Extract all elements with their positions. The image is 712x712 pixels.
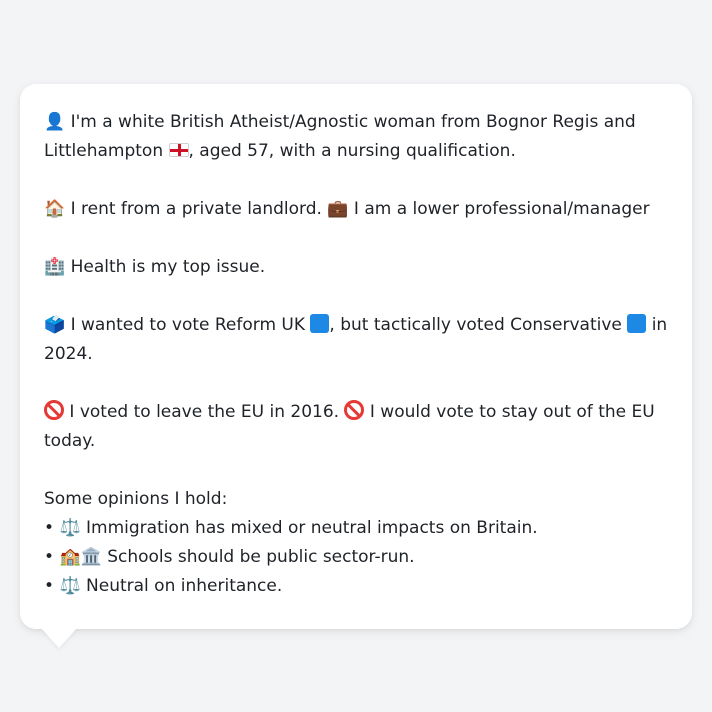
intro-text-2: , aged 57, with a nursing qualification. <box>188 141 516 161</box>
intro-line: 👤 I'm a white British Atheist/Agnostic w… <box>44 108 668 166</box>
blue-square-icon <box>627 314 647 333</box>
housing-line: 🏠 I rent from a private landlord. 💼 I am… <box>44 195 668 224</box>
list-item: • ⚖️ Neutral on inheritance. <box>44 572 668 601</box>
occupation-text: I am a lower professional/manager <box>353 199 650 219</box>
vote-line: 🗳️ I wanted to vote Reform UK , but tact… <box>44 311 668 369</box>
prohibited-icon <box>344 400 365 420</box>
hospital-icon: 🏥 <box>44 257 66 277</box>
briefcase-icon: 💼 <box>327 199 349 219</box>
bullet: • <box>44 576 55 596</box>
england-flag-icon <box>168 143 189 157</box>
brexit-text-a: I voted to leave the EU in 2016. <box>69 402 340 422</box>
vote-text-b: , but tactically voted Conservative <box>329 315 622 335</box>
persona-card: 👤 I'm a white British Atheist/Agnostic w… <box>20 84 692 629</box>
opinion-text: Schools should be public sector-run. <box>107 547 415 567</box>
school-classical-building-icon: 🏫🏛️ <box>59 547 102 567</box>
list-item: • 🏫🏛️ Schools should be public sector-ru… <box>44 543 668 572</box>
vote-text-a: I wanted to vote Reform UK <box>70 315 306 335</box>
issue-line: 🏥 Health is my top issue. <box>44 253 668 282</box>
person-silhouette-icon: 👤 <box>44 112 66 132</box>
list-item: • ⚖️ Immigration has mixed or neutral im… <box>44 514 668 543</box>
house-icon: 🏠 <box>44 199 66 219</box>
opinions-heading: Some opinions I hold: <box>44 489 228 509</box>
bullet: • <box>44 518 55 538</box>
opinions-list: • ⚖️ Immigration has mixed or neutral im… <box>44 514 668 601</box>
blue-square-icon <box>310 314 330 333</box>
opinion-text: Immigration has mixed or neutral impacts… <box>86 518 538 538</box>
opinion-text: Neutral on inheritance. <box>86 576 283 596</box>
prohibited-icon <box>44 400 64 420</box>
brexit-line: I voted to leave the EU in 2016. I would… <box>44 398 668 456</box>
scales-icon: ⚖️ <box>59 518 81 538</box>
scales-icon: ⚖️ <box>59 576 81 596</box>
bullet: • <box>44 547 55 567</box>
housing-text: I rent from a private landlord. <box>70 199 322 219</box>
ballot-box-icon: 🗳️ <box>44 315 66 335</box>
speech-bubble-tail <box>40 627 78 648</box>
issue-text: Health is my top issue. <box>70 257 266 277</box>
